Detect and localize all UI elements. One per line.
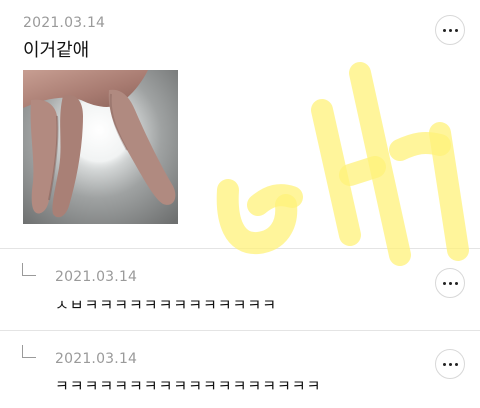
reply-item: 2021.03.14 ㅋㅋㅋㅋㅋㅋㅋㅋㅋㅋㅋㅋㅋㅋㅋㅋㅋㅋ <box>0 331 480 408</box>
reply-text: ㅋㅋㅋㅋㅋㅋㅋㅋㅋㅋㅋㅋㅋㅋㅋㅋㅋㅋ <box>55 377 322 395</box>
more-dot-icon <box>448 362 452 366</box>
more-dot-icon <box>442 28 446 32</box>
reply-item: 2021.03.14 ㅅㅂㅋㅋㅋㅋㅋㅋㅋㅋㅋㅋㅋㅋㅋ <box>0 249 480 330</box>
hand-photo-image <box>23 70 178 224</box>
reply-text: ㅅㅂㅋㅋㅋㅋㅋㅋㅋㅋㅋㅋㅋㅋㅋ <box>55 296 278 314</box>
more-dot-icon <box>442 362 446 366</box>
post: 2021.03.14 이거같애 <box>0 0 480 248</box>
more-dot-icon <box>448 281 452 285</box>
reply-arrow-icon <box>22 345 36 358</box>
reply-date: 2021.03.14 <box>55 351 138 367</box>
reply-more-button[interactable] <box>435 268 465 298</box>
more-dot-icon <box>454 28 458 32</box>
post-text: 이거같애 <box>23 40 90 61</box>
reply-date: 2021.03.14 <box>55 269 138 285</box>
more-dot-icon <box>454 281 458 285</box>
post-more-button[interactable] <box>435 15 465 45</box>
feed: 2021.03.14 이거같애 2021.03.14 ㅅㅂㅋㅋㅋㅋㅋㅋㅋㅋㅋㅋㅋ… <box>0 0 480 408</box>
post-photo[interactable] <box>23 70 178 224</box>
more-dot-icon <box>448 28 452 32</box>
reply-arrow-icon <box>22 263 36 276</box>
post-date: 2021.03.14 <box>23 15 106 31</box>
more-dot-icon <box>442 281 446 285</box>
reply-more-button[interactable] <box>435 349 465 379</box>
more-dot-icon <box>454 362 458 366</box>
